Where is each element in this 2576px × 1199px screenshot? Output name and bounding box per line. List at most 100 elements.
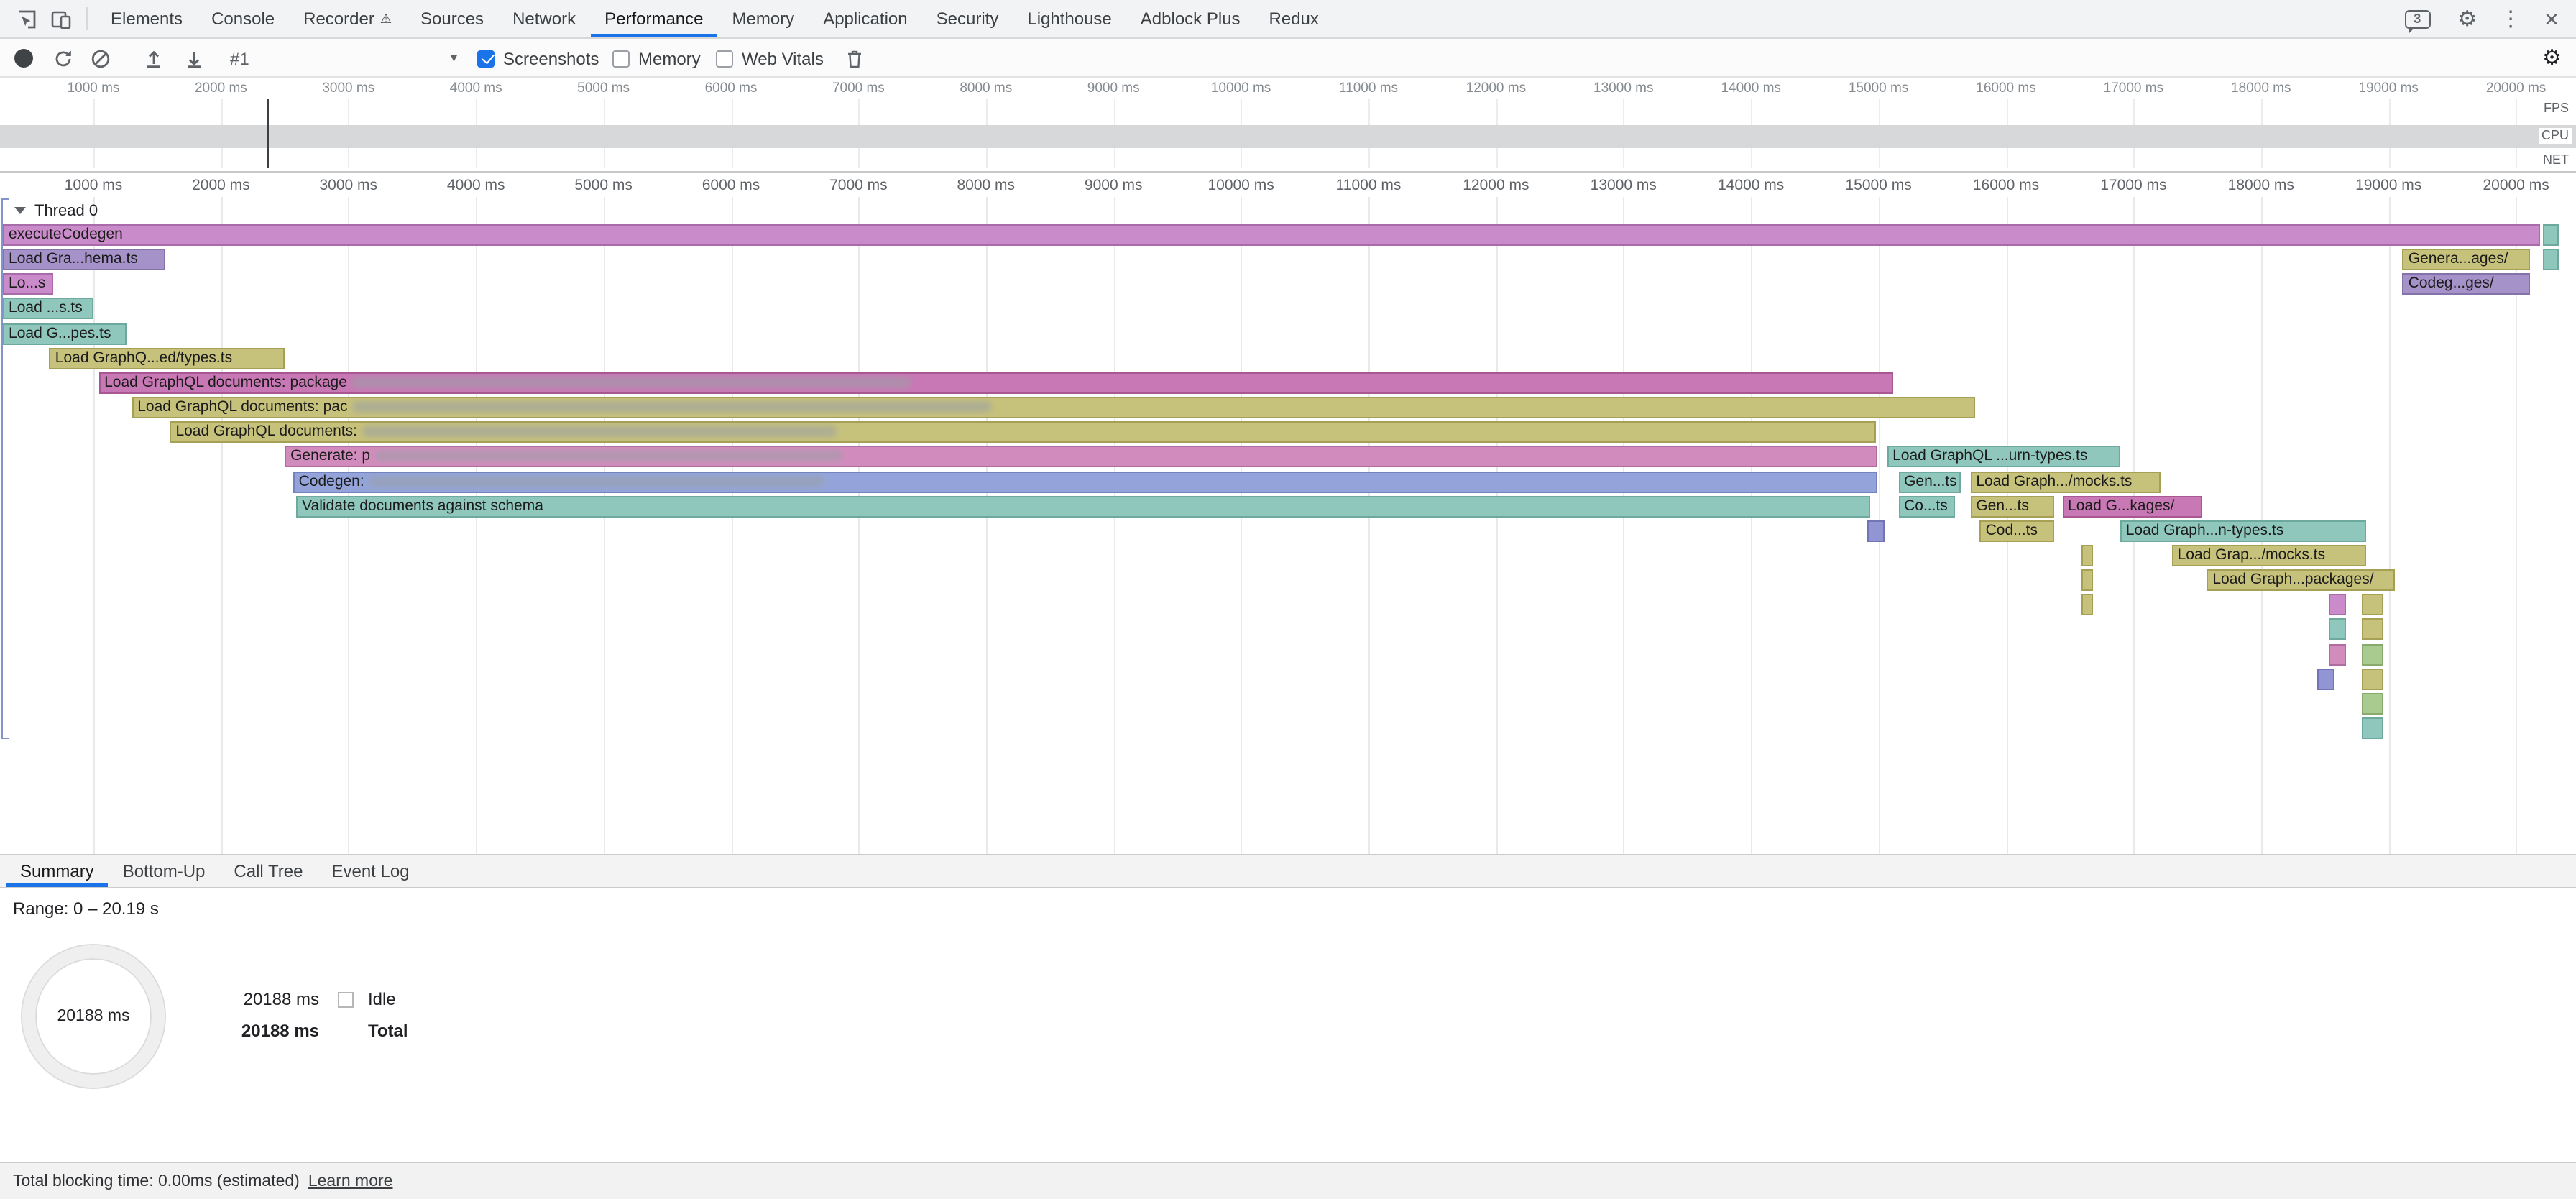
- tab-performance[interactable]: Performance: [590, 0, 717, 37]
- more-options-icon[interactable]: ⋮: [2500, 8, 2521, 29]
- flame-tick-label: 5000 ms: [574, 177, 632, 194]
- tab-elements[interactable]: Elements: [96, 0, 197, 37]
- flame-event[interactable]: [2082, 545, 2093, 566]
- details-tab-bottom-up[interactable]: Bottom-Up: [109, 855, 220, 887]
- flame-event-label: Generate: p: [290, 448, 370, 465]
- load-profile-button[interactable]: [144, 39, 164, 78]
- flame-event[interactable]: [2362, 693, 2383, 715]
- tab-lighthouse[interactable]: Lighthouse: [1013, 0, 1126, 37]
- flame-gridline: [1113, 197, 1115, 854]
- flame-event-label: Load GraphQL documents: package: [104, 374, 347, 391]
- flame-gridline: [858, 197, 860, 854]
- flame-event-label: Load Graph.../mocks.ts: [1976, 472, 2132, 490]
- flame-event-load-s-ts[interactable]: Load ...s.ts: [3, 298, 94, 320]
- learn-more-link[interactable]: Learn more: [308, 1172, 393, 1190]
- flame-event-genera-ages[interactable]: Genera...ages/: [2403, 249, 2531, 270]
- details-tab-summary[interactable]: Summary: [6, 855, 109, 887]
- details-tab-call-tree[interactable]: Call Tree: [219, 855, 317, 887]
- flame-event-co-ts[interactable]: Co...ts: [1898, 495, 1956, 517]
- tab-memory[interactable]: Memory: [718, 0, 809, 37]
- flame-event-codeg-ges[interactable]: Codeg...ges/: [2403, 274, 2531, 295]
- flame-event[interactable]: [2362, 643, 2383, 665]
- flame-event[interactable]: [1867, 520, 1885, 542]
- flame-tick-label: 16000 ms: [1973, 177, 2039, 194]
- tab-recorder[interactable]: Recorder⚠: [289, 0, 406, 37]
- tab-console[interactable]: Console: [197, 0, 289, 37]
- console-messages-badge[interactable]: 3: [2400, 1, 2434, 36]
- tab-adblock-plus[interactable]: Adblock Plus: [1126, 0, 1255, 37]
- flame-event-gen-ts[interactable]: Gen...ts: [1898, 471, 1961, 492]
- flame-event-generate-p[interactable]: Generate: p: [285, 446, 1878, 468]
- flame-event[interactable]: [2082, 594, 2093, 616]
- flame-event[interactable]: [2362, 619, 2383, 640]
- flame-event[interactable]: [2317, 668, 2334, 689]
- clear-button[interactable]: [91, 39, 111, 78]
- flame-event-load-graphql-documents-pac[interactable]: Load GraphQL documents: pac: [132, 397, 1975, 418]
- flame-event-label: executeCodegen: [9, 226, 123, 243]
- flame-event[interactable]: [2362, 717, 2383, 739]
- flame-event-load-graphql-documents[interactable]: Load GraphQL documents:: [170, 421, 1875, 443]
- flame-event[interactable]: [2329, 643, 2346, 665]
- overview-tick-label: 16000 ms: [1976, 81, 2036, 96]
- flame-event-load-graphql-documents-package[interactable]: Load GraphQL documents: package: [98, 372, 1893, 394]
- devtools-window: ElementsConsoleRecorder⚠SourcesNetworkPe…: [0, 0, 2576, 1199]
- flame-event-load-graph-n-types-ts[interactable]: Load Graph...n-types.ts: [2120, 520, 2366, 542]
- summary-legend-row: 20188 msTotal: [230, 1015, 408, 1047]
- flame-event-load-g-pes-ts[interactable]: Load G...pes.ts: [3, 323, 127, 344]
- flame-event-load-graph-mocks-ts[interactable]: Load Graph.../mocks.ts: [1970, 471, 2161, 492]
- settings-gear-icon[interactable]: ⚙: [2457, 8, 2477, 29]
- overview-tick-label: 1000 ms: [68, 81, 120, 96]
- flame-event-cod-ts[interactable]: Cod...ts: [1980, 520, 2054, 542]
- record-button[interactable]: [14, 39, 33, 78]
- flame-event-load-graphq-ed-types-ts[interactable]: Load GraphQ...ed/types.ts: [50, 348, 285, 369]
- checkbox-web-vitals[interactable]: Web Vitals: [716, 39, 824, 78]
- flame-event-gen-ts[interactable]: Gen...ts: [1970, 495, 2053, 517]
- close-devtools-icon[interactable]: ×: [2544, 8, 2559, 29]
- flame-tick-label: 1000 ms: [65, 177, 123, 194]
- flame-chart[interactable]: Thread 0 1000 ms2000 ms3000 ms4000 ms500…: [0, 173, 2576, 854]
- flame-event-lo-s[interactable]: Lo...s: [3, 274, 54, 295]
- status-bar: Total blocking time: 0.00ms (estimated) …: [0, 1162, 2576, 1199]
- flame-event[interactable]: [2362, 668, 2383, 689]
- capture-settings-gear-icon[interactable]: ⚙: [2542, 39, 2562, 78]
- thread-label: Thread 0: [34, 202, 98, 219]
- tab-sources[interactable]: Sources: [406, 0, 498, 37]
- overview-tick-label: 7000 ms: [832, 81, 885, 96]
- lane-label-net: NET: [2540, 152, 2572, 168]
- checkbox-screenshots[interactable]: Screenshots: [477, 39, 599, 78]
- overview-tick-label: 5000 ms: [577, 81, 630, 96]
- flame-event[interactable]: [2543, 224, 2559, 246]
- legend-value: 20188 ms: [230, 989, 319, 1009]
- flame-event-load-graphql-urn-types-ts[interactable]: Load GraphQL ...urn-types.ts: [1887, 446, 2120, 468]
- flame-event-executecodegen[interactable]: executeCodegen: [3, 224, 2539, 246]
- flame-event-label: Load Graph...packages/: [2212, 571, 2373, 588]
- checkbox-label: Memory: [638, 48, 701, 68]
- tab-application[interactable]: Application: [809, 0, 921, 37]
- flame-event-codegen[interactable]: Codegen:: [293, 471, 1878, 492]
- tab-network[interactable]: Network: [498, 0, 590, 37]
- reload-and-record-button[interactable]: [53, 39, 73, 78]
- flame-gridline: [731, 197, 732, 854]
- redacted-text: [351, 401, 991, 413]
- device-toolbar-icon[interactable]: [43, 1, 78, 36]
- flame-event[interactable]: [2082, 569, 2093, 591]
- inspect-icon[interactable]: [9, 1, 43, 36]
- flame-event-load-graph-packages[interactable]: Load Graph...packages/: [2207, 569, 2396, 591]
- thread-header-toggle[interactable]: Thread 0: [14, 200, 98, 221]
- tab-redux[interactable]: Redux: [1255, 0, 1333, 37]
- flame-event-validate-documents-against-schema[interactable]: Validate documents against schema: [296, 495, 1870, 517]
- checkbox-memory[interactable]: Memory: [612, 39, 701, 78]
- timeline-overview[interactable]: 1000 ms2000 ms3000 ms4000 ms5000 ms6000 …: [0, 78, 2576, 173]
- flame-event[interactable]: [2362, 594, 2383, 616]
- flame-event[interactable]: [2543, 249, 2559, 270]
- delete-recording-button[interactable]: [845, 39, 864, 78]
- flame-event[interactable]: [2329, 594, 2346, 616]
- save-profile-button[interactable]: [184, 39, 204, 78]
- flame-event-load-grap-mocks-ts[interactable]: Load Grap.../mocks.ts: [2172, 545, 2367, 566]
- tab-security[interactable]: Security: [922, 0, 1013, 37]
- flame-event-load-gra-hema-ts[interactable]: Load Gra...hema.ts: [3, 249, 165, 270]
- flame-event-load-g-kages[interactable]: Load G...kages/: [2062, 495, 2202, 517]
- history-selector[interactable]: #1 ▾: [230, 39, 457, 78]
- flame-event[interactable]: [2329, 619, 2346, 640]
- details-tab-event-log[interactable]: Event Log: [317, 855, 423, 887]
